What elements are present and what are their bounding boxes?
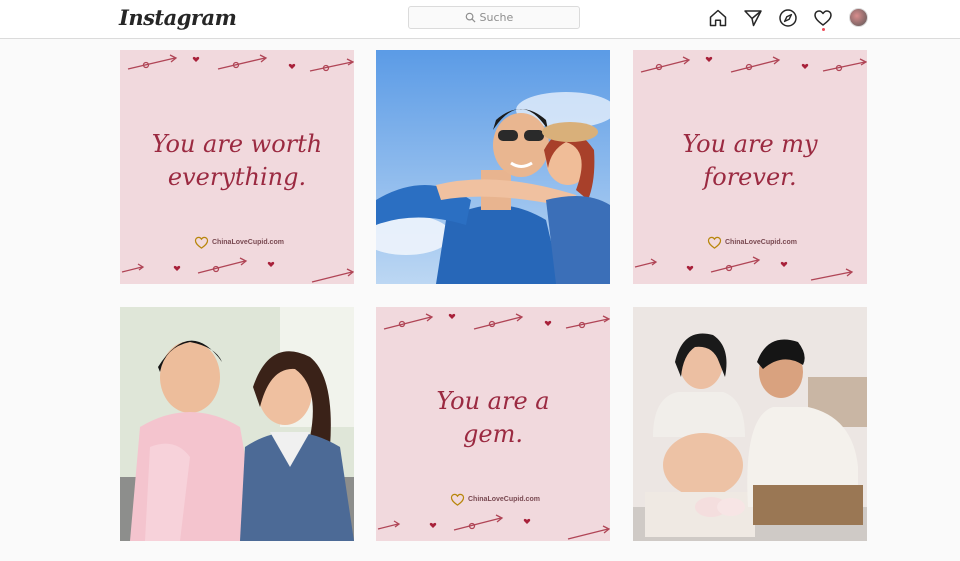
direct-message-icon[interactable]: [743, 8, 763, 28]
pregnant-couple-photo: [633, 307, 867, 541]
profile-avatar[interactable]: [849, 8, 868, 27]
search-box[interactable]: [408, 6, 580, 29]
heart-logo-icon: [450, 493, 465, 506]
instagram-logo[interactable]: Instagram: [119, 5, 237, 30]
post-quote-a-gem[interactable]: You are a gem. ChinaLoveCupid.com: [376, 307, 610, 541]
quote-text: You are worth everything.: [120, 128, 354, 194]
home-icon[interactable]: [708, 8, 728, 28]
quote-line-2: gem.: [463, 420, 523, 448]
couple-on-couch-photo: [120, 307, 354, 541]
post-photo-couple-couch[interactable]: [120, 307, 354, 541]
brand-label: ChinaLoveCupid.com: [725, 239, 797, 246]
brand-watermark: ChinaLoveCupid.com: [707, 236, 797, 249]
post-photo-couple-piggyback[interactable]: [376, 50, 610, 284]
search-input[interactable]: [479, 11, 524, 24]
quote-line-1: You are worth: [151, 130, 323, 158]
post-quote-my-forever[interactable]: You are my forever. ChinaLoveCupid.com: [633, 50, 867, 284]
quote-line-1: You are a: [436, 387, 550, 415]
quote-line-1: You are my: [682, 130, 818, 158]
heart-logo-icon: [707, 236, 722, 249]
post-quote-worth-everything[interactable]: You are worth everything. ChinaLoveCupid…: [120, 50, 354, 284]
heart-logo-icon: [194, 236, 209, 249]
brand-label: ChinaLoveCupid.com: [468, 496, 540, 503]
top-navigation-bar: Instagram: [0, 0, 960, 39]
couple-piggyback-photo: [376, 50, 610, 284]
quote-line-2: everything.: [167, 163, 307, 191]
brand-watermark: ChinaLoveCupid.com: [194, 236, 284, 249]
search-icon: [465, 12, 476, 23]
explore-compass-icon[interactable]: [778, 8, 798, 28]
brand-label: ChinaLoveCupid.com: [212, 239, 284, 246]
quote-line-2: forever.: [703, 163, 797, 191]
notification-dot: [822, 28, 825, 31]
brand-watermark: ChinaLoveCupid.com: [450, 493, 540, 506]
quote-text: You are a gem.: [376, 385, 610, 451]
post-photo-pregnant-couple[interactable]: [633, 307, 867, 541]
quote-text: You are my forever.: [633, 128, 867, 194]
activity-heart-icon[interactable]: [813, 8, 833, 28]
